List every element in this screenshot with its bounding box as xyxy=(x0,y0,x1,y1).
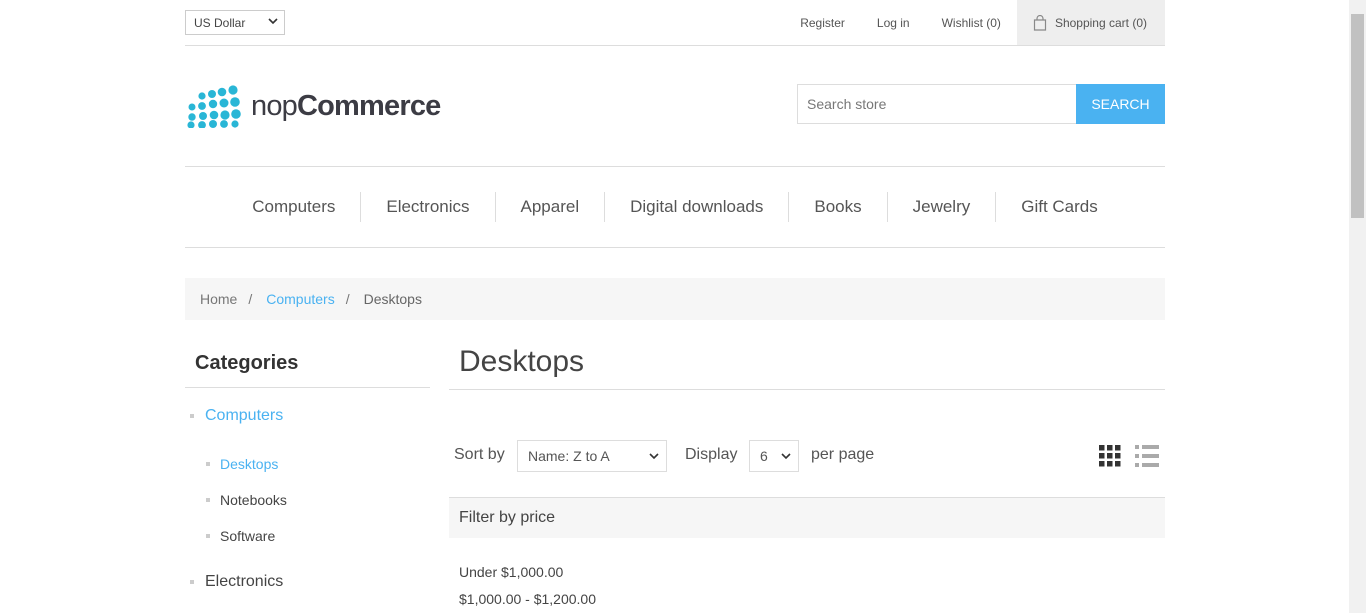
price-range-option[interactable]: Under $1,000.00 xyxy=(459,564,563,580)
cart-label: Shopping cart (0) xyxy=(1054,15,1147,30)
grid-view-icon[interactable] xyxy=(1099,445,1121,467)
header-links: Register Log in Wishlist (0) Shopping ca… xyxy=(768,0,1165,45)
list-view-icon[interactable] xyxy=(1135,445,1159,467)
header-upper: US Dollar Register Log in Wishlist (0) S… xyxy=(185,0,1165,46)
logo-text-bold: Commerce xyxy=(297,89,441,122)
logo-text: nopCommerce xyxy=(251,90,441,123)
shopping-cart-link[interactable]: Shopping cart (0) xyxy=(1016,0,1165,45)
bullet-icon xyxy=(206,498,210,502)
sidebar-item-label: Software xyxy=(220,528,276,544)
page-title: Desktops xyxy=(449,340,1165,390)
store-logo[interactable]: nopCommerce xyxy=(185,84,441,128)
sort-by-label: Sort by xyxy=(454,446,505,463)
breadcrumb: Home / Computers / Desktops xyxy=(185,278,1165,320)
bullet-icon xyxy=(206,534,210,538)
breadcrumb-separator: / xyxy=(248,291,253,307)
menu-item-jewelry[interactable]: Jewelry xyxy=(888,192,997,222)
sidebar-item-label: Notebooks xyxy=(220,492,287,508)
logo-dots-icon xyxy=(187,85,241,128)
logo-text-light: nop xyxy=(251,89,298,122)
sort-by-value: Name: Z to A xyxy=(528,448,610,464)
top-menu: Computers Electronics Apparel Digital do… xyxy=(185,166,1165,248)
menu-item-books[interactable]: Books xyxy=(789,192,888,222)
chevron-down-icon xyxy=(649,453,659,460)
price-filter-title: Filter by price xyxy=(449,497,1165,538)
sidebar: Categories Computers Desktops Notebooks … xyxy=(185,340,430,590)
sort-by-select[interactable]: Name: Z to A xyxy=(517,440,667,472)
bullet-icon xyxy=(206,462,210,466)
scrollbar-thumb[interactable] xyxy=(1351,14,1364,218)
search-box: Search store SEARCH xyxy=(797,84,1165,124)
chevron-down-icon xyxy=(268,18,278,25)
menu-item-apparel[interactable]: Apparel xyxy=(496,192,606,222)
categories-title: Categories xyxy=(185,340,430,388)
display-label: Display xyxy=(685,446,738,463)
sidebar-item-label: Electronics xyxy=(205,573,284,590)
per-page-label: per page xyxy=(811,446,875,463)
menu-item-gift-cards[interactable]: Gift Cards xyxy=(996,192,1123,222)
menu-item-computers[interactable]: Computers xyxy=(227,192,362,222)
product-selectors: Sort by Name: Z to A Display 6 per page xyxy=(449,440,1165,472)
currency-value: US Dollar xyxy=(194,16,246,30)
menu-item-electronics[interactable]: Electronics xyxy=(361,192,496,222)
sidebar-subitem-software[interactable]: Software xyxy=(206,528,276,544)
search-input[interactable]: Search store xyxy=(797,84,1076,124)
sidebar-subitem-notebooks[interactable]: Notebooks xyxy=(206,492,287,508)
sidebar-item-computers[interactable]: Computers xyxy=(190,407,284,425)
breadcrumb-home[interactable]: Home xyxy=(200,291,237,307)
main-content: Desktops Sort by Name: Z to A Display 6 … xyxy=(449,340,1165,607)
page-size-select[interactable]: 6 xyxy=(749,440,799,472)
bullet-icon xyxy=(190,414,194,418)
menu-item-digital-downloads[interactable]: Digital downloads xyxy=(605,192,790,222)
bullet-icon xyxy=(190,580,194,584)
breadcrumb-separator: / xyxy=(345,291,350,307)
register-link[interactable]: Register xyxy=(800,16,845,30)
sidebar-item-label: Computers xyxy=(205,407,284,424)
page-scrollbar[interactable] xyxy=(1349,0,1366,613)
shopping-bag-icon xyxy=(1033,14,1047,31)
search-button[interactable]: SEARCH xyxy=(1076,84,1165,124)
page-container: US Dollar Register Log in Wishlist (0) S… xyxy=(185,0,1165,607)
currency-selector[interactable]: US Dollar xyxy=(185,10,285,35)
breadcrumb-current: Desktops xyxy=(363,291,422,307)
breadcrumb-computers[interactable]: Computers xyxy=(266,291,334,307)
wishlist-link[interactable]: Wishlist (0) xyxy=(942,16,1001,30)
chevron-down-icon xyxy=(781,453,791,460)
price-range-option[interactable]: $1,000.00 - $1,200.00 xyxy=(459,591,596,607)
sidebar-item-electronics[interactable]: Electronics xyxy=(190,573,284,591)
sidebar-subitem-desktops[interactable]: Desktops xyxy=(206,456,279,472)
header-lower: nopCommerce Search store SEARCH xyxy=(185,46,1165,166)
sidebar-item-label: Desktops xyxy=(220,456,279,472)
page-size-value: 6 xyxy=(760,448,768,464)
login-link[interactable]: Log in xyxy=(877,16,910,30)
